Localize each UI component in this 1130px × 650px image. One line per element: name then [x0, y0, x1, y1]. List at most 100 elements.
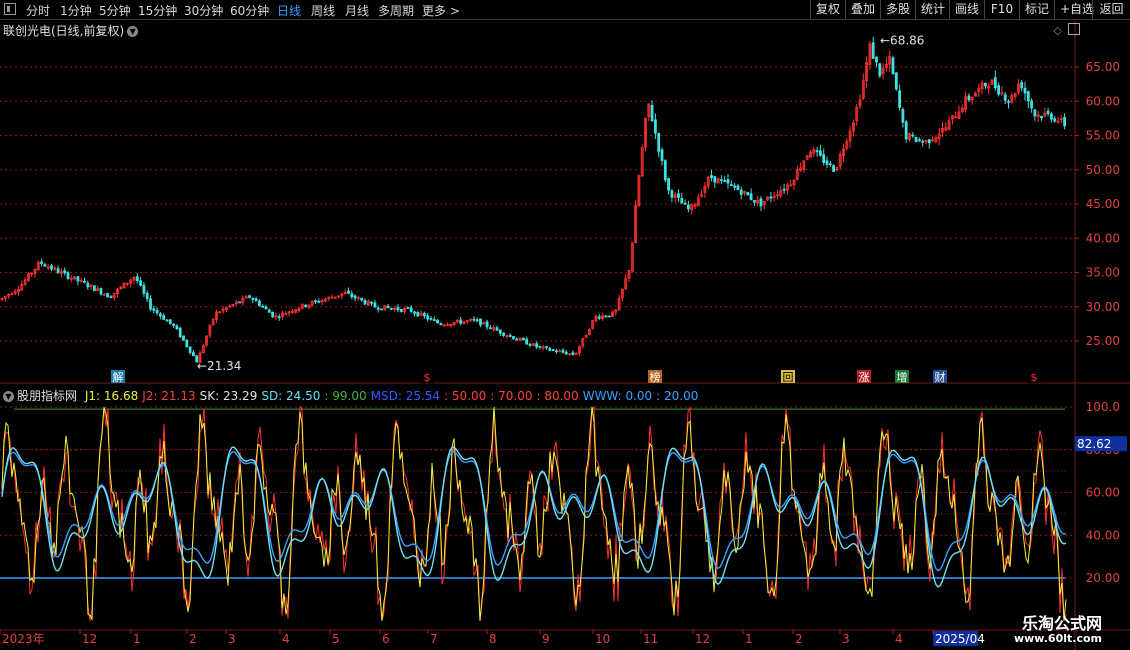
candle-body: [502, 332, 506, 336]
period-fenshi[interactable]: 分时: [26, 2, 50, 19]
current-value-label: 82.62: [1077, 437, 1111, 451]
time-axis-label: 8: [489, 632, 497, 646]
candle-body: [726, 179, 730, 184]
price-axis-label: 55.00: [1086, 129, 1120, 143]
candle-body: [967, 95, 971, 101]
f10-button[interactable]: F10: [984, 0, 1019, 19]
candle-body: [1046, 110, 1050, 115]
period-30min[interactable]: 30分钟: [184, 2, 223, 19]
indicator-field: : 50.00: [444, 389, 487, 403]
price-axis-label: 25.00: [1086, 334, 1120, 348]
stats-button[interactable]: 统计: [915, 0, 949, 19]
overlay-button[interactable]: 叠加: [845, 0, 880, 19]
candle-body: [522, 337, 525, 341]
candle-body: [660, 149, 664, 161]
candle-body: [1023, 87, 1027, 94]
candle-body: [389, 307, 393, 310]
candle-body: [921, 140, 925, 143]
indicator-field: WWW: 0.00: [582, 389, 653, 403]
candle-body: [63, 270, 67, 274]
candle-body: [551, 349, 555, 352]
candle-body: [650, 104, 654, 122]
indicator-field: : 99.00: [324, 389, 367, 403]
price-axis-label: 50.00: [1086, 163, 1120, 177]
period-daily[interactable]: 日线: [277, 2, 301, 19]
time-axis-label: 1: [745, 632, 753, 646]
chevron-down-icon[interactable]: ▼: [3, 391, 14, 402]
period-multi[interactable]: 多周期: [378, 2, 414, 19]
chart-area[interactable]: 65.00 60.00 55.00 50.00 45.00 40.00 35.00 30.00…: [0, 19, 1130, 650]
low-price-label: ←21.34: [197, 359, 241, 373]
candle-body: [149, 298, 152, 310]
draw-line-button[interactable]: 画线: [949, 0, 984, 19]
candle-body: [1003, 94, 1007, 101]
candle-body: [257, 300, 261, 307]
indicator-series: [0, 405, 1067, 622]
candle-body: [238, 301, 242, 304]
indicator-field: SK: 23.29: [199, 389, 258, 403]
candle-body: [56, 268, 60, 274]
layout-icon[interactable]: [1068, 23, 1080, 35]
period-60min[interactable]: 60分钟: [230, 2, 269, 19]
time-axis-label: 2025/04: [935, 632, 985, 646]
time-axis-label: 2: [189, 632, 197, 646]
candle-body: [314, 300, 317, 303]
event-marker-label: 涨: [859, 371, 870, 384]
candle-body: [680, 197, 684, 204]
candle-body: [185, 339, 189, 347]
candle-body: [155, 309, 159, 314]
candle-body: [832, 165, 835, 172]
period-weekly[interactable]: 周线: [311, 2, 335, 19]
candle-body: [535, 343, 538, 348]
window-icon[interactable]: [4, 3, 16, 15]
candle-body: [1030, 100, 1033, 109]
candle-body: [406, 307, 410, 309]
candle-body: [386, 305, 390, 309]
candle-body: [819, 150, 822, 156]
indicator-axis-label: 20.00: [1086, 571, 1120, 585]
time-axis-label: 9: [542, 632, 550, 646]
candle-body: [954, 116, 958, 119]
candle-body: [512, 336, 515, 340]
candle-body: [878, 63, 882, 77]
candle-body: [135, 276, 139, 282]
candle-body: [564, 351, 568, 355]
candle-body: [83, 280, 86, 283]
watermark-title: 乐淘公式网: [1021, 614, 1102, 633]
candle-body: [657, 132, 661, 152]
candle-body: [251, 298, 255, 300]
candle-body: [759, 198, 763, 207]
period-monthly[interactable]: 月线: [345, 2, 369, 19]
candle-body: [548, 348, 552, 351]
indicator-field: : 20.00: [656, 389, 699, 403]
mark-button[interactable]: 标记: [1019, 0, 1054, 19]
candle-body: [1007, 100, 1010, 103]
candle-body: [545, 346, 548, 349]
candle-body: [317, 300, 321, 303]
candle-body: [604, 315, 608, 318]
candle-body: [1063, 116, 1066, 127]
candle-body: [667, 178, 670, 191]
indicator-axis-label: 40.00: [1086, 528, 1120, 542]
add-watchlist-button[interactable]: +自选: [1054, 0, 1094, 19]
indicator-axis-label: 100.0: [1086, 400, 1120, 414]
panel-controls: ◇: [1054, 23, 1080, 37]
period-1min[interactable]: 1分钟: [60, 2, 92, 19]
diamond-icon[interactable]: ◇: [1054, 24, 1062, 37]
candle-body: [158, 313, 162, 317]
candle-body: [472, 318, 476, 321]
candle-body: [304, 304, 308, 308]
indicator-field: : 80.00: [536, 389, 579, 403]
candle-body: [139, 280, 143, 286]
period-more[interactable]: 更多 >: [422, 2, 460, 19]
candle-body: [439, 322, 443, 326]
candle-body: [782, 188, 786, 191]
fuquan-button[interactable]: 复权: [810, 0, 845, 19]
multi-stock-button[interactable]: 多股: [880, 0, 915, 19]
period-15min[interactable]: 15分钟: [138, 2, 177, 19]
candle-body: [432, 319, 436, 322]
back-button[interactable]: 返回: [1092, 0, 1130, 19]
period-5min[interactable]: 5分钟: [99, 2, 131, 19]
candle-body: [413, 311, 416, 314]
candle-body: [479, 318, 482, 326]
